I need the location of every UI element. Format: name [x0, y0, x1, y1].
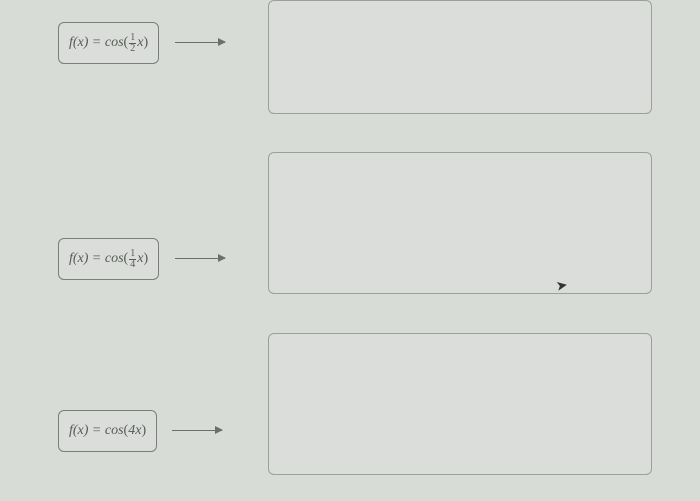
drop-target-2[interactable] — [268, 152, 652, 294]
formula-prefix-2: f(x) = cos — [69, 251, 124, 267]
arrow-icon — [172, 430, 222, 431]
formula-prefix-1: f(x) = cos — [69, 35, 124, 51]
formula-box-1[interactable]: f(x) = cos ( 1 2 x ) — [58, 22, 159, 64]
drop-target-1[interactable] — [268, 0, 652, 114]
arrow-icon — [175, 42, 225, 43]
arrow-icon — [175, 258, 225, 259]
formula-box-2[interactable]: f(x) = cos ( 1 4 x ) — [58, 238, 159, 280]
fraction-2: 1 4 — [129, 249, 136, 270]
matching-exercise: f(x) = cos ( 1 2 x ) f(x) = cos ( 1 4 x … — [0, 0, 700, 501]
fraction-1: 1 2 — [129, 33, 136, 54]
cursor-icon: ➤ — [555, 277, 570, 296]
drop-target-3[interactable] — [268, 333, 652, 475]
formula-prefix-3: f(x) = cos — [69, 423, 124, 439]
formula-box-3[interactable]: f(x) = cos ( 4x ) — [58, 410, 157, 452]
